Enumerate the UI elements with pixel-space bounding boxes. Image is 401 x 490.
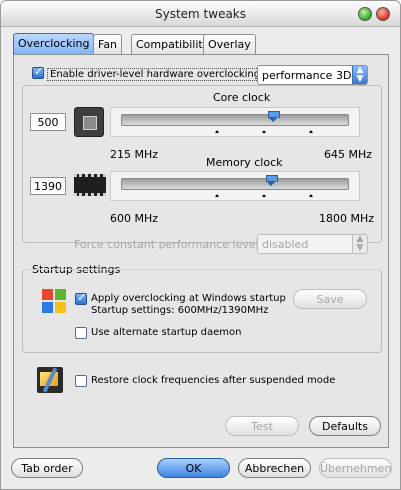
core-clock-title: Core clock — [213, 91, 271, 104]
minimize-icon[interactable] — [358, 7, 372, 21]
system-tweaks-window: System tweaks Overclocking Fan Compatibi… — [0, 0, 401, 490]
startup-settings-text: Startup settings: 600MHz/1390MHz — [91, 305, 269, 316]
memory-clock-tick — [262, 194, 266, 197]
tab-overclocking[interactable]: Overclocking — [13, 33, 95, 55]
memory-clock-slider[interactable] — [110, 171, 360, 201]
apply-at-startup-label: Apply overclocking at Windows startup — [91, 293, 286, 304]
suspend-icon — [37, 367, 63, 393]
force-performance-level-select[interactable]: disabled ▲ ▼ — [257, 234, 368, 254]
apply-button[interactable]: Übernehmen — [319, 458, 392, 478]
core-clock-value: 500 — [30, 113, 66, 131]
core-clock-tick — [262, 130, 266, 133]
close-icon[interactable] — [376, 7, 390, 21]
memory-clock-value: 1390 — [30, 177, 66, 195]
enable-overclocking-label: Enable driver-level hardware overclockin… — [47, 68, 264, 81]
ok-button[interactable]: OK — [157, 458, 230, 478]
performance-mode-value: performance 3D — [262, 69, 352, 82]
chevron-down-icon: ▲ ▼ — [352, 235, 367, 253]
overclocking-panel: Enable driver-level hardware overclockin… — [13, 54, 389, 448]
force-performance-level-value: disabled — [262, 238, 309, 251]
core-clock-slider-thumb[interactable] — [267, 111, 280, 123]
core-clock-tick — [309, 130, 313, 133]
apply-at-startup-checkbox[interactable] — [75, 291, 87, 305]
core-clock-slider[interactable] — [110, 107, 360, 137]
memory-chip-icon — [74, 174, 106, 196]
core-clock-slider-track[interactable] — [121, 114, 349, 126]
save-button[interactable]: Save — [293, 289, 367, 309]
restore-after-suspend-checkbox[interactable] — [75, 375, 87, 387]
tab-fan[interactable]: Fan — [93, 34, 123, 54]
memory-clock-max-label: 1800 MHz — [319, 212, 375, 225]
force-performance-level-label: Force constant performance level — [74, 238, 259, 251]
alternate-daemon-label: Use alternate startup daemon — [91, 327, 242, 338]
title-bar[interactable]: System tweaks — [1, 1, 400, 27]
alternate-daemon-checkbox[interactable] — [75, 327, 87, 339]
window-title: System tweaks — [154, 7, 247, 21]
gpu-chip-icon — [74, 107, 104, 137]
tab-overlay[interactable]: Overlay — [203, 34, 256, 54]
defaults-button[interactable]: Defaults — [309, 416, 381, 436]
memory-clock-min-label: 600 MHz — [110, 212, 159, 225]
memory-clock-slider-thumb[interactable] — [266, 175, 279, 187]
core-clock-tick — [215, 130, 219, 133]
windows-startup-icon — [42, 289, 68, 315]
tab-order-button[interactable]: Tab order — [11, 458, 83, 478]
memory-clock-title: Memory clock — [206, 156, 283, 169]
cancel-button[interactable]: Abbrechen — [238, 458, 311, 478]
test-button[interactable]: Test — [225, 416, 299, 436]
performance-mode-select[interactable]: performance 3D ▲ ▼ — [257, 65, 368, 85]
memory-clock-tick — [215, 194, 219, 197]
enable-overclocking-checkbox[interactable] — [32, 65, 44, 79]
memory-clock-slider-track[interactable] — [121, 178, 349, 190]
chevron-down-icon: ▲ ▼ — [352, 66, 367, 84]
core-clock-max-label: 645 MHz — [324, 148, 373, 161]
memory-clock-tick — [309, 194, 313, 197]
tab-compatibility[interactable]: Compatibility — [131, 34, 215, 54]
restore-after-suspend-label: Restore clock frequencies after suspende… — [91, 375, 336, 386]
core-clock-min-label: 215 MHz — [110, 148, 159, 161]
